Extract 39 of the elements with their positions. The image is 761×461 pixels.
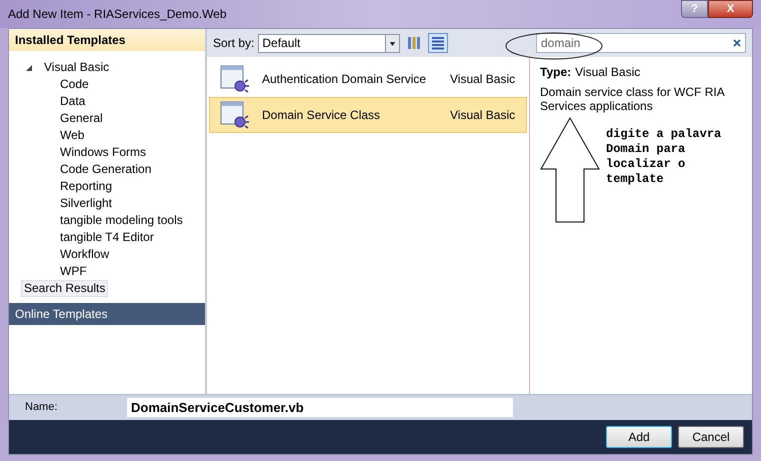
tree-item[interactable]: Code Generation [57,161,154,178]
tree-item[interactable]: Workflow [57,246,112,263]
dialog-button[interactable]: Cancel [678,426,744,448]
tree-item[interactable]: tangible T4 Editor [57,229,157,246]
window-title: Add New Item - RIAServices_Demo.Web [8,6,227,23]
clear-icon[interactable] [733,39,741,47]
details-view-button[interactable] [428,33,448,53]
tree-item[interactable]: Code [57,76,92,93]
template-row[interactable]: Authentication Domain Service Visual Basic [209,61,527,97]
template-icon [220,64,250,94]
tree-item[interactable]: WPF [57,263,90,280]
tree-item[interactable]: General [57,110,106,127]
sort-label: Sort by: [213,35,254,52]
dialog-button[interactable]: Add [606,426,672,448]
type-label: Type: [540,64,572,81]
expand-arrow-icon[interactable] [25,64,33,72]
tree-item[interactable]: tangible modeling tools [57,212,186,229]
name-field[interactable]: DomainServiceCustomer.vb [127,398,513,417]
template-language: Visual Basic [450,71,516,88]
template-row[interactable]: Domain Service Class Visual Basic [209,97,527,133]
tree-item[interactable]: Silverlight [57,195,116,212]
tree-item[interactable]: Data [57,93,88,110]
tree-item[interactable]: Reporting [57,178,116,195]
name-label: Name: [25,400,58,416]
type-value: Visual Basic [575,64,640,81]
template-language: Visual Basic [450,107,516,124]
template-name: Authentication Domain Service [262,71,428,88]
search-field[interactable]: domain [536,33,746,53]
sidebar-header: Installed Templates [9,29,205,51]
tree-item[interactable]: Visual Basic [41,59,112,76]
sort-dropdown[interactable]: Default [258,34,400,52]
tree-item[interactable]: Web [57,127,88,144]
tree-item[interactable]: Search Results [21,280,108,297]
annotation-text: digite a palavra Domain para localizar o template [606,127,722,188]
template-description: Domain service class for WCF RIA Services applications [540,85,726,113]
online-templates-bar[interactable]: Online Templates [9,303,205,325]
template-icon [220,100,250,130]
template-name: Domain Service Class [262,107,382,124]
tree-item[interactable]: Windows Forms [57,144,150,161]
